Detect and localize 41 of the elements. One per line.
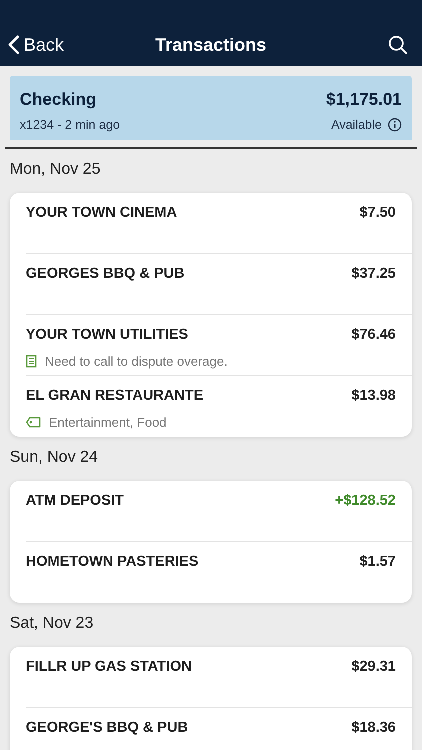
merchant-name: HOMETOWN PASTERIES: [26, 552, 199, 572]
screen-title: Transactions: [155, 34, 267, 56]
amount: +$128.52: [335, 492, 396, 511]
account-name: Checking: [20, 89, 97, 111]
merchant-name: FILLR UP GAS STATION: [26, 658, 192, 677]
note-text: Need to call to dispute overage.: [45, 352, 228, 371]
merchant-name: YOUR TOWN CINEMA: [26, 204, 178, 223]
note-icon: [26, 354, 37, 368]
amount: $37.25: [352, 264, 396, 284]
transaction-row[interactable]: YOUR TOWN UTILITIES $76.46 Need to call to dispute overage.: [26, 314, 412, 376]
transaction-row[interactable]: GEORGE'S BBQ & PUB $18.36: [26, 708, 412, 750]
back-button[interactable]: Back: [8, 32, 64, 58]
date-header: Mon, Nov 25: [10, 160, 101, 180]
amount: $1.57: [360, 552, 396, 572]
transaction-row[interactable]: YOUR TOWN CINEMA $7.50: [26, 192, 412, 254]
amount: $7.50: [360, 204, 396, 223]
merchant-name: ATM DEPOSIT: [26, 492, 124, 511]
tags-text: Entertainment, Food: [49, 414, 167, 432]
available-label: Available: [331, 116, 382, 134]
account-card[interactable]: Checking $1,175.01 x1234 - 2 min ago Available: [10, 76, 412, 140]
amount: $29.31: [352, 658, 396, 677]
merchant-name: YOUR TOWN UTILITIES: [26, 326, 188, 345]
transaction-row[interactable]: HOMETOWN PASTERIES $1.57: [26, 542, 412, 603]
amount: $18.36: [352, 718, 396, 738]
amount: $76.46: [352, 326, 396, 345]
transaction-row[interactable]: FILLR UP GAS STATION $29.31: [26, 646, 412, 708]
merchant-name: EL GRAN RESTAURANTE: [26, 386, 204, 406]
transaction-row[interactable]: GEORGES BBQ & PUB $37.25: [26, 254, 412, 315]
merchant-name: GEORGE'S BBQ & PUB: [26, 718, 188, 738]
tag-icon: [26, 416, 41, 428]
date-header: Sat, Nov 23: [10, 614, 94, 634]
merchant-name: GEORGES BBQ & PUB: [26, 264, 185, 284]
search-icon: [388, 35, 408, 55]
info-icon[interactable]: [388, 118, 402, 132]
transaction-row[interactable]: EL GRAN RESTAURANTE $13.98 Entertainment, Food: [26, 376, 412, 437]
transaction-row[interactable]: ATM DEPOSIT +$128.52: [26, 480, 412, 542]
account-balance: $1,175.01: [326, 89, 402, 111]
account-subtitle: x1234 - 2 min ago: [20, 116, 120, 134]
date-header: Sun, Nov 24: [10, 448, 98, 468]
amount: $13.98: [352, 386, 396, 406]
chevron-left-icon: [8, 35, 20, 55]
